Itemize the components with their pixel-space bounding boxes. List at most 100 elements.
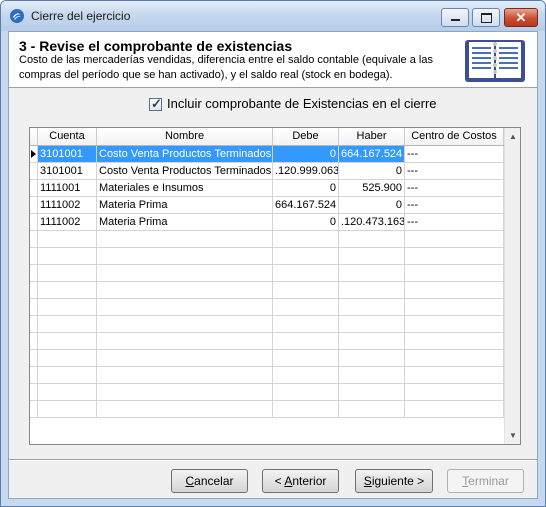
cell-centro-costos[interactable] — [405, 299, 504, 316]
cell-cuenta[interactable] — [38, 333, 97, 350]
cell-cuenta[interactable]: 1111002 — [38, 214, 97, 231]
cell-debe[interactable] — [273, 316, 339, 333]
empty-table-row[interactable] — [30, 367, 504, 384]
cell-haber[interactable] — [339, 316, 405, 333]
include-existencias-label[interactable]: Incluir comprobante de Existencias en el… — [167, 96, 437, 111]
cell-cuenta[interactable]: 3101001 — [38, 163, 97, 180]
cell-nombre[interactable]: Costo Venta Productos Terminados — [97, 146, 273, 163]
row-indicator[interactable] — [30, 384, 38, 401]
scroll-up-arrow-icon[interactable]: ▲ — [505, 129, 520, 145]
table-row[interactable]: 1111001 Materiales e Insumos 0 525.900 --- — [30, 180, 504, 197]
empty-table-row[interactable] — [30, 265, 504, 282]
cell-cuenta[interactable] — [38, 384, 97, 401]
cell-haber[interactable] — [339, 248, 405, 265]
row-indicator[interactable] — [30, 163, 38, 180]
cell-debe[interactable]: 0 — [273, 214, 339, 231]
cell-debe[interactable]: .120.999.063 — [273, 163, 339, 180]
cell-cuenta[interactable] — [38, 367, 97, 384]
cell-debe[interactable]: 664.167.524 — [273, 197, 339, 214]
voucher-grid[interactable]: Cuenta Nombre Debe Haber Centro de Costo… — [29, 127, 521, 445]
cell-centro-costos[interactable] — [405, 282, 504, 299]
table-row[interactable]: 3101001 Costo Venta Productos Terminados.… — [30, 163, 504, 180]
cell-debe[interactable] — [273, 350, 339, 367]
close-button[interactable]: ✕ — [504, 8, 538, 27]
cell-nombre[interactable] — [97, 282, 273, 299]
cell-centro-costos[interactable]: --- — [405, 197, 504, 214]
cell-haber[interactable]: .120.473.163 — [339, 214, 405, 231]
cell-nombre[interactable] — [97, 299, 273, 316]
cell-debe[interactable]: 0 — [273, 180, 339, 197]
cell-cuenta[interactable] — [38, 231, 97, 248]
cell-debe[interactable]: 0 — [273, 146, 339, 163]
cell-debe[interactable] — [273, 367, 339, 384]
row-indicator[interactable] — [30, 197, 38, 214]
row-indicator[interactable] — [30, 265, 38, 282]
cell-nombre[interactable]: Materia Prima — [97, 214, 273, 231]
cell-centro-costos[interactable]: --- — [405, 146, 504, 163]
cell-haber[interactable] — [339, 333, 405, 350]
cell-haber[interactable]: 0 — [339, 163, 405, 180]
empty-table-row[interactable] — [30, 299, 504, 316]
cell-debe[interactable] — [273, 299, 339, 316]
column-header-centro-costos[interactable]: Centro de Costos — [405, 128, 504, 145]
cell-cuenta[interactable] — [38, 401, 97, 418]
cell-cuenta[interactable] — [38, 248, 97, 265]
cell-cuenta[interactable]: 1111001 — [38, 180, 97, 197]
cell-haber[interactable] — [339, 350, 405, 367]
cell-nombre[interactable]: Materiales e Insumos — [97, 180, 273, 197]
column-header-debe[interactable]: Debe — [273, 128, 339, 145]
cell-cuenta[interactable] — [38, 316, 97, 333]
empty-table-row[interactable] — [30, 350, 504, 367]
title-bar[interactable]: Cierre del ejercicio ✕ — [1, 1, 545, 31]
cell-cuenta[interactable] — [38, 299, 97, 316]
cell-nombre[interactable] — [97, 350, 273, 367]
row-indicator[interactable] — [30, 316, 38, 333]
next-button[interactable]: Siguiente > — [355, 469, 433, 493]
cell-debe[interactable] — [273, 401, 339, 418]
cell-nombre[interactable] — [97, 401, 273, 418]
cell-centro-costos[interactable] — [405, 401, 504, 418]
row-indicator[interactable] — [30, 146, 38, 163]
empty-table-row[interactable] — [30, 231, 504, 248]
cell-debe[interactable] — [273, 333, 339, 350]
cell-centro-costos[interactable]: --- — [405, 214, 504, 231]
row-indicator[interactable] — [30, 180, 38, 197]
cell-nombre[interactable] — [97, 367, 273, 384]
cell-haber[interactable]: 0 — [339, 197, 405, 214]
cell-nombre[interactable] — [97, 231, 273, 248]
table-row[interactable]: 3101001 Costo Venta Productos Terminados 0… — [30, 146, 504, 163]
row-indicator[interactable] — [30, 231, 38, 248]
row-indicator[interactable] — [30, 248, 38, 265]
cell-cuenta[interactable]: 1111002 — [38, 197, 97, 214]
column-header-haber[interactable]: Haber — [339, 128, 405, 145]
cell-centro-costos[interactable] — [405, 384, 504, 401]
cell-cuenta[interactable]: 3101001 — [38, 146, 97, 163]
cell-nombre[interactable] — [97, 384, 273, 401]
table-row[interactable]: 1111002 Materia Prima 0.120.473.163 --- — [30, 214, 504, 231]
column-header-nombre[interactable]: Nombre — [97, 128, 273, 145]
cell-debe[interactable] — [273, 248, 339, 265]
cell-centro-costos[interactable]: --- — [405, 180, 504, 197]
cell-centro-costos[interactable] — [405, 333, 504, 350]
empty-table-row[interactable] — [30, 282, 504, 299]
cell-centro-costos[interactable]: --- — [405, 163, 504, 180]
grid-vertical-scrollbar[interactable]: ▲ ▼ — [504, 128, 520, 444]
cell-centro-costos[interactable] — [405, 265, 504, 282]
cell-nombre[interactable] — [97, 316, 273, 333]
cell-haber[interactable] — [339, 401, 405, 418]
minimize-button[interactable] — [441, 8, 469, 27]
include-existencias-checkbox[interactable]: ✓ — [149, 96, 162, 111]
cell-nombre[interactable] — [97, 333, 273, 350]
row-indicator[interactable] — [30, 299, 38, 316]
cell-nombre[interactable]: Costo Venta Productos Terminados — [97, 163, 273, 180]
empty-table-row[interactable] — [30, 333, 504, 350]
row-indicator[interactable] — [30, 282, 38, 299]
cell-haber[interactable] — [339, 367, 405, 384]
cancel-button[interactable]: Cancelar — [171, 469, 248, 493]
row-indicator[interactable] — [30, 367, 38, 384]
cell-nombre[interactable] — [97, 248, 273, 265]
empty-table-row[interactable] — [30, 316, 504, 333]
cell-nombre[interactable]: Materia Prima — [97, 197, 273, 214]
cell-cuenta[interactable] — [38, 350, 97, 367]
cell-nombre[interactable] — [97, 265, 273, 282]
